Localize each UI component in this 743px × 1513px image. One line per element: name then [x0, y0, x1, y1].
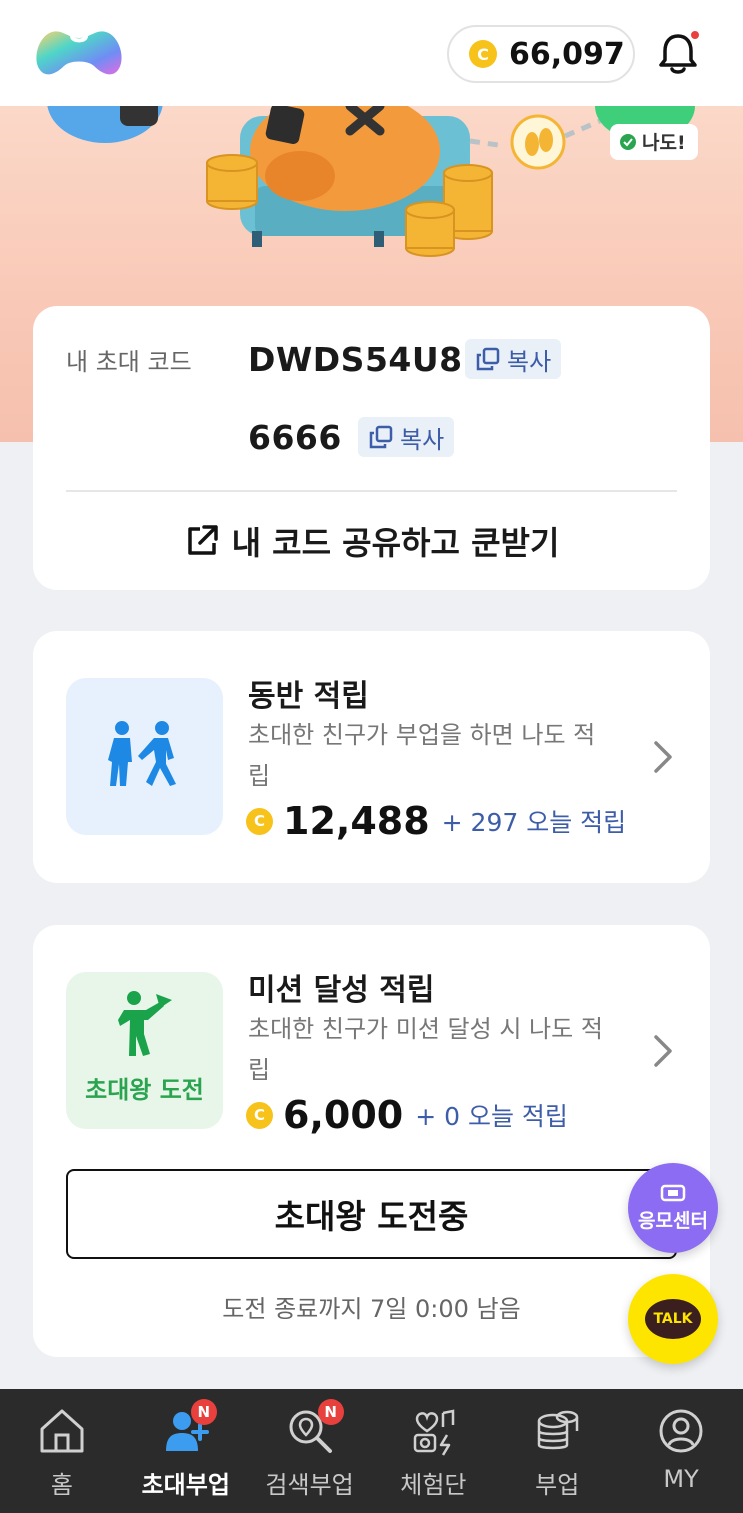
mission-accumulate-card: 초대왕 도전 미션 달성 적립 초대한 친구가 미션 달성 시 나도 적립 C … [33, 925, 710, 1357]
entry-center-button[interactable]: 응모센터 [628, 1163, 718, 1253]
chevron-right-icon [654, 741, 672, 773]
nav-label-home: 홈 [50, 1471, 73, 1499]
talk-icon: TALK [645, 1299, 701, 1339]
companion-description: 초대한 친구가 부업을 하면 나도 적립 [248, 721, 596, 790]
share-label: 내 코드 공유하고 쿤받기 [231, 524, 560, 562]
challenge-remaining-time: 도전 종료까지 7일 0:00 남음 [222, 1295, 521, 1323]
invite-page: 나도! C 66,097 내 초대 코드 DWDS54U8 복사 6666 복사… [0, 0, 743, 1513]
companion-amount: 12,488 [283, 799, 430, 843]
share-external-icon [187, 525, 218, 555]
nav-label-sidejob: 부업 [535, 1471, 580, 1499]
kakao-talk-button[interactable]: TALK [628, 1274, 718, 1364]
nav-item-search[interactable]: N 검색부업 [248, 1389, 372, 1513]
entry-center-label: 응모센터 [638, 1209, 708, 1232]
copy-label: 복사 [507, 347, 552, 376]
coin-icon: C [469, 40, 497, 68]
coin-balance: 66,097 [509, 36, 625, 72]
hero-illustration: 나도! [47, 106, 698, 257]
chevron-right-icon[interactable] [652, 1033, 674, 1069]
nav-label-search: 검색부업 [265, 1471, 354, 1499]
coin-icon: C [246, 807, 273, 835]
copy-label: 복사 [400, 425, 445, 454]
companion-today: + 297 오늘 적립 [441, 808, 627, 837]
companion-accumulate-card[interactable]: 동반 적립 초대한 친구가 부업을 하면 나도 적립 C 12,488 + 29… [33, 631, 710, 883]
home-icon [40, 1409, 84, 1453]
divider [66, 490, 677, 492]
app-logo[interactable] [32, 26, 126, 82]
nav-item-invite[interactable]: N 초대부업 [124, 1389, 248, 1513]
coins-stack-icon [537, 1410, 579, 1450]
invite-code-secondary: 6666 [248, 418, 342, 457]
mission-amount-row: C 6,000 + 0 오늘 적립 [246, 1093, 568, 1137]
two-people-walking-icon [108, 721, 176, 786]
copy-secondary-code-button[interactable]: 복사 [358, 417, 455, 457]
bottom-nav: 홈 N 초대부업 N 검색부업 체험단 부업 MY [0, 1389, 743, 1513]
experience-icon [414, 1409, 455, 1456]
copy-code-button[interactable]: 복사 [465, 339, 562, 379]
notification-dot [689, 29, 701, 41]
nav-label-invite: 초대부업 [141, 1471, 230, 1499]
share-code-button[interactable]: 내 코드 공유하고 쿤받기 [33, 516, 710, 566]
nav-label-experience: 체험단 [400, 1471, 467, 1499]
mission-today: + 0 오늘 적립 [415, 1102, 568, 1131]
invite-code-card: 내 초대 코드 DWDS54U8 복사 6666 복사 내 코드 공유하고 쿤받… [33, 306, 710, 590]
copy-icon [476, 347, 500, 371]
new-badge: N [317, 1399, 344, 1425]
coin-icon: C [246, 1101, 273, 1129]
app-header: C 66,097 [0, 0, 743, 106]
invite-code: DWDS54U8 [248, 340, 463, 379]
mission-thumb-caption: 초대왕 도전 [85, 1076, 204, 1104]
mission-title: 미션 달성 적립 [248, 973, 435, 1008]
companion-thumbnail [66, 678, 223, 835]
invite-king-challenge-button[interactable]: 초대왕 도전중 [66, 1169, 677, 1259]
profile-icon [659, 1409, 703, 1453]
nav-item-experience[interactable]: 체험단 [371, 1389, 495, 1513]
coin-balance-pill[interactable]: C 66,097 [447, 25, 635, 83]
nav-label-my: MY [663, 1465, 699, 1493]
companion-amount-row: C 12,488 + 297 오늘 적립 [246, 799, 626, 843]
nav-item-home[interactable]: 홈 [0, 1389, 124, 1513]
person-flag-icon [118, 991, 172, 1056]
mission-amount: 6,000 [283, 1093, 404, 1137]
new-badge: N [190, 1399, 217, 1425]
copy-icon [369, 425, 393, 449]
nav-item-my[interactable]: MY [619, 1389, 743, 1513]
companion-title: 동반 적립 [248, 679, 369, 714]
mission-thumbnail[interactable]: 초대왕 도전 [66, 972, 223, 1129]
challenge-label: 초대왕 도전중 [274, 1197, 469, 1236]
mission-description: 초대한 친구가 미션 달성 시 나도 적립 [248, 1015, 603, 1084]
invite-code-label: 내 초대 코드 [66, 348, 192, 376]
ticket-icon [660, 1184, 686, 1201]
hero-bubble-text: 나도! [642, 132, 686, 154]
nav-item-sidejob[interactable]: 부업 [495, 1389, 619, 1513]
